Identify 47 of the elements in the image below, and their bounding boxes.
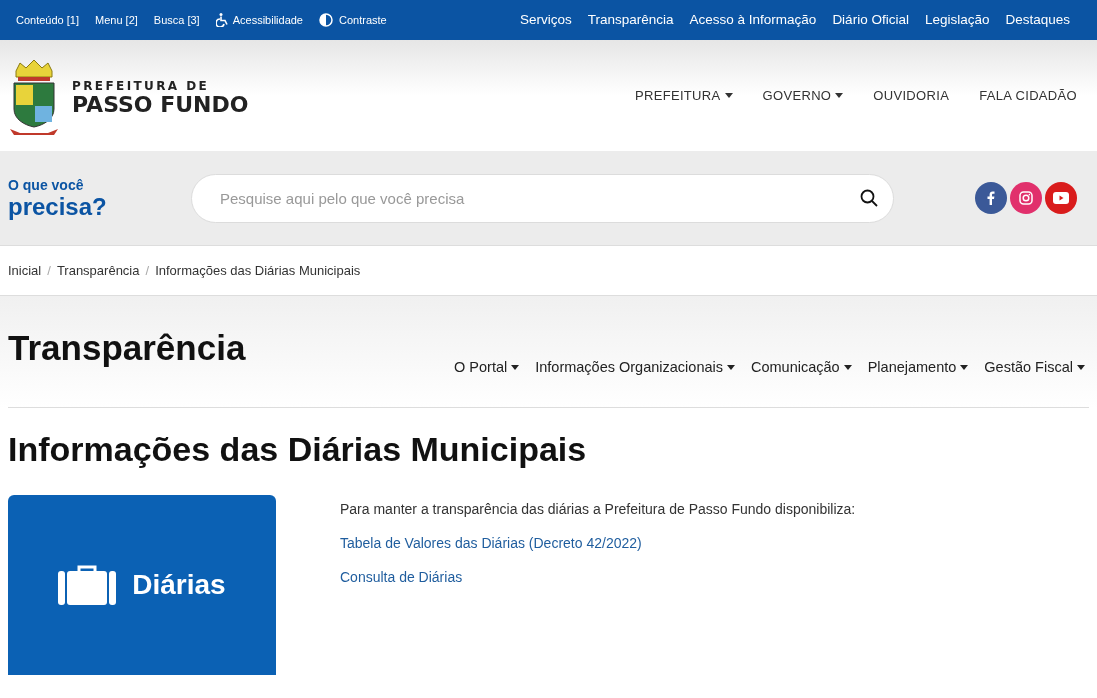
logo-title: PASSO FUNDO: [72, 93, 249, 116]
document-link[interactable]: Consulta de Diárias: [340, 567, 856, 589]
breadcrumb-separator: /: [47, 261, 51, 280]
breadcrumb-separator: /: [145, 261, 150, 280]
youtube-link[interactable]: [1045, 182, 1077, 214]
top-bar-link[interactable]: Busca [3]: [153, 11, 200, 29]
briefcase-icon: [58, 565, 117, 606]
play-icon: [1053, 192, 1069, 204]
breadcrumb-link[interactable]: Inicial: [8, 260, 42, 281]
search-prompt-large: precisa?: [8, 194, 108, 219]
top-bar-link[interactable]: Menu [2]: [95, 11, 138, 29]
section-menu-link[interactable]: O Portal: [454, 357, 520, 379]
section-menu-link[interactable]: Informações Organizacionais: [535, 357, 735, 379]
section-menu-link[interactable]: Comunicação: [751, 357, 852, 379]
top-bar-link[interactable]: Serviços: [520, 9, 572, 31]
facebook-icon: [987, 191, 995, 205]
top-bar-link[interactable]: Destaques: [1005, 9, 1070, 31]
document-link[interactable]: Tabela de Valores das Diárias (Decreto 42/2022): [340, 533, 856, 555]
section-menu-link[interactable]: Planejamento: [867, 357, 969, 379]
section-title: Transparência: [8, 327, 246, 369]
top-bar-link[interactable]: Contraste: [319, 11, 387, 29]
section-menu-link[interactable]: Gestão Fiscal: [984, 357, 1085, 379]
top-bar-link[interactable]: Diário Oficial: [832, 9, 909, 31]
breadcrumb-link[interactable]: Informações das Diárias Municipais: [155, 260, 361, 281]
main-nav-link[interactable]: GOVERNO: [762, 85, 844, 106]
search-field[interactable]: Pesquise aqui pelo que você precisa: [191, 173, 894, 223]
top-bar-link[interactable]: Acesso à Informação: [689, 9, 817, 31]
instagram-link[interactable]: [1010, 182, 1042, 214]
logo-subtitle: PREFEITURA DE: [72, 79, 211, 92]
wheelchair-icon: [215, 13, 229, 27]
top-bar-link[interactable]: Legislação: [924, 9, 990, 31]
page-title: Informações das Diárias Municipais: [8, 428, 588, 470]
top-bar-link[interactable]: Acessibilidade: [215, 11, 303, 29]
main-nav-link[interactable]: FALA CIDADÃO: [979, 85, 1077, 106]
search-prompt: O que você: [8, 177, 85, 195]
intro-text: Para manter a transparência das diárias a Prefeitura de Passo Fundo disponibiliza:: [340, 500, 856, 520]
main-nav-link[interactable]: OUVIDORIA: [873, 85, 950, 106]
facebook-link[interactable]: [975, 182, 1007, 214]
main-nav-link[interactable]: PREFEITURA: [634, 85, 733, 106]
search-icon[interactable]: [860, 188, 878, 207]
camera-icon: [1019, 191, 1033, 205]
breadcrumb-link[interactable]: Transparência: [56, 260, 140, 281]
top-bar-link[interactable]: Transparência: [587, 9, 674, 31]
contrast-icon: [319, 13, 333, 27]
coat-of-arms-logo[interactable]: [8, 58, 60, 137]
top-bar-link[interactable]: Conteúdo [1]: [16, 11, 79, 29]
banner-label: Diárias: [132, 568, 226, 603]
